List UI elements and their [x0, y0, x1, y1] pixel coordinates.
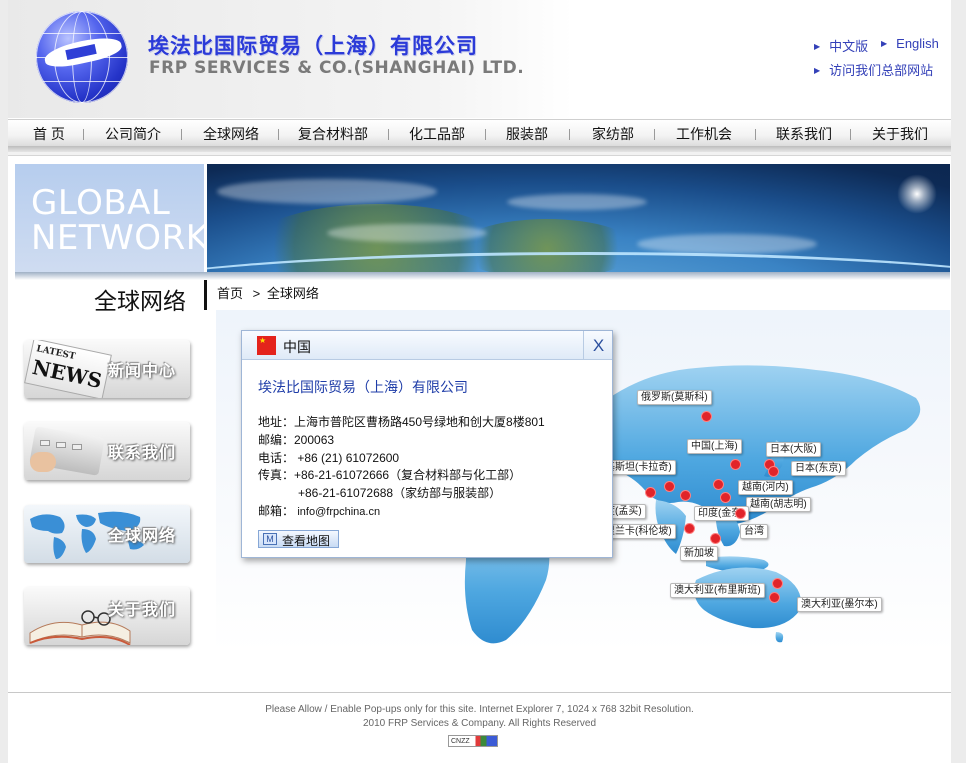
arrow-right-icon: ▶ — [814, 42, 821, 51]
footer-notice: Please Allow / Enable Pop-ups only for t… — [265, 704, 694, 715]
banner-title: GLOBAL NETWORK — [31, 186, 208, 256]
banner-title-line1: GLOBAL — [31, 183, 171, 223]
nav-item-apparel[interactable]: 服装部 — [506, 124, 548, 144]
popup-header: ★ 中国 X — [242, 331, 612, 360]
nav-divider — [83, 129, 84, 140]
city-label-hanoi[interactable]: 越南(河内) — [738, 480, 793, 495]
city-dot-hcmc[interactable] — [721, 493, 730, 502]
sidebar-item-contact[interactable]: 联系我们 — [24, 422, 190, 480]
main-nav: 首 页 公司简介 全球网络 复合材料部 化工品部 服装部 家纺部 工作机会 联系… — [8, 119, 951, 146]
popup-phone: 电话： +86 (21) 61072600 — [258, 451, 400, 465]
cnzz-stats-badge[interactable]: CNZZ — [448, 735, 498, 747]
nav-divider — [278, 129, 279, 140]
page-title: 全球网络 — [94, 289, 186, 315]
sidebar-item-global-network[interactable]: 全球网络 — [24, 505, 190, 563]
city-dot-hanoi[interactable] — [714, 480, 723, 489]
nav-divider — [485, 129, 486, 140]
header: 埃法比国际贸易（上海）有限公司 FRP SERVICES & CO.(SHANG… — [8, 0, 951, 118]
nav-divider — [569, 129, 570, 140]
city-label-melbourne[interactable]: 澳大利亚(墨尔本) — [797, 597, 882, 612]
nav-item-careers[interactable]: 工作机会 — [676, 124, 732, 144]
nav-divider — [654, 129, 655, 140]
popup-country: 中国 — [283, 339, 311, 355]
city-label-hcmc[interactable]: 越南(胡志明) — [746, 497, 811, 512]
city-dot-karachi[interactable] — [646, 488, 655, 497]
city-dot-singapore[interactable] — [711, 534, 720, 543]
popup-email[interactable]: info@frpchina.cn — [297, 506, 380, 518]
city-label-osaka[interactable]: 日本(大阪) — [766, 442, 821, 457]
lang-en-link[interactable]: ▶ English — [881, 36, 939, 51]
footer-copyright: 2010 FRP Services & Company. All Rights … — [362, 718, 597, 729]
city-dot-taiwan[interactable] — [736, 509, 745, 518]
earth-banner-image — [207, 164, 950, 272]
breadcrumb-home-link[interactable]: 首页 — [217, 286, 243, 301]
nav-item-contact[interactable]: 联系我们 — [776, 124, 832, 144]
banner-shadow — [15, 272, 950, 280]
breadcrumb: 首页 > 全球网络 — [217, 283, 319, 302]
breadcrumb-current: 全球网络 — [266, 286, 319, 301]
banner-title-line2: NETWORK — [31, 218, 209, 258]
company-logo-icon[interactable] — [36, 11, 128, 103]
breadcrumb-separator: > — [252, 286, 261, 301]
nav-divider-bar — [8, 152, 951, 156]
footer-divider — [8, 692, 951, 693]
city-dot-brisbane[interactable] — [773, 579, 782, 588]
city-dot-colombo[interactable] — [685, 524, 694, 533]
view-map-button[interactable]: M 查看地图 — [258, 530, 339, 548]
nav-divider — [181, 129, 182, 140]
page: 埃法比国际贸易（上海）有限公司 FRP SERVICES & CO.(SHANG… — [8, 0, 951, 763]
city-dot-mumbai[interactable] — [665, 482, 674, 491]
city-label-brisbane[interactable]: 澳大利亚(布里斯班) — [670, 583, 765, 598]
company-name-cn: 埃法比国际贸易（上海）有限公司 — [148, 34, 478, 58]
office-info-popup: ★ 中国 X 埃法比国际贸易（上海）有限公司 地址：上海市普陀区曹杨路450号绿… — [241, 330, 613, 558]
latest-news-icon: LATEST NEWS — [24, 340, 112, 398]
popup-postcode: 邮编：200063 — [258, 433, 335, 447]
city-dot-melbourne[interactable] — [770, 593, 779, 602]
city-dot-tokyo[interactable] — [769, 467, 778, 476]
nav-item-about-company[interactable]: 公司简介 — [105, 124, 161, 144]
city-label-singapore[interactable]: 新加坡 — [680, 546, 718, 561]
map-icon: M — [263, 533, 277, 545]
city-label-tokyo[interactable]: 日本(东京) — [791, 461, 846, 476]
nav-divider — [755, 129, 756, 140]
company-name-en: FRP SERVICES & CO.(SHANGHAI) LTD. — [149, 58, 525, 78]
phone-keypad-icon — [26, 426, 116, 476]
city-label-shanghai[interactable]: 中国(上海) — [687, 439, 742, 454]
nav-item-chemicals[interactable]: 化工品部 — [409, 124, 465, 144]
nav-divider — [850, 129, 851, 140]
nav-item-about-us[interactable]: 关于我们 — [872, 124, 928, 144]
nav-item-composites[interactable]: 复合材料部 — [298, 124, 368, 144]
arrow-right-icon: ▶ — [881, 39, 888, 48]
arrow-right-icon: ▶ — [814, 66, 821, 75]
popup-email-row: 邮箱： info@frpchina.cn — [258, 502, 380, 519]
nav-item-global-network[interactable]: 全球网络 — [203, 124, 259, 144]
city-label-taiwan[interactable]: 台湾 — [740, 524, 768, 539]
city-label-moscow[interactable]: 俄罗斯(莫斯科) — [637, 390, 712, 405]
city-dot-chennai[interactable] — [681, 491, 690, 500]
china-flag-icon: ★ — [257, 336, 276, 355]
hq-site-link[interactable]: ▶ 访问我们总部网站 — [814, 60, 933, 79]
sidebar-item-about-us[interactable]: 关于我们 — [24, 587, 190, 645]
city-dot-moscow[interactable] — [702, 412, 711, 421]
nav-divider — [388, 129, 389, 140]
close-button[interactable]: X — [583, 331, 613, 360]
popup-address: 地址：上海市普陀区曹杨路450号绿地和创大厦8楼801 — [258, 415, 545, 429]
city-dot-shanghai[interactable] — [731, 460, 740, 469]
sidebar-item-news[interactable]: LATEST NEWS 新闻中心 — [24, 340, 190, 398]
popup-fax2: +86-21-61072688（家纺部与服装部） — [298, 486, 502, 500]
lang-cn-link[interactable]: ▶ 中文版 — [814, 36, 868, 55]
title-divider — [204, 280, 207, 310]
nav-item-home-textiles[interactable]: 家纺部 — [592, 124, 634, 144]
popup-email-label: 邮箱： — [258, 504, 295, 518]
popup-fax1: 传真：+86-21-61072666（复合材料部与化工部） — [258, 468, 522, 482]
popup-company-name: 埃法比国际贸易（上海）有限公司 — [258, 379, 468, 395]
nav-item-home[interactable]: 首 页 — [33, 124, 65, 144]
